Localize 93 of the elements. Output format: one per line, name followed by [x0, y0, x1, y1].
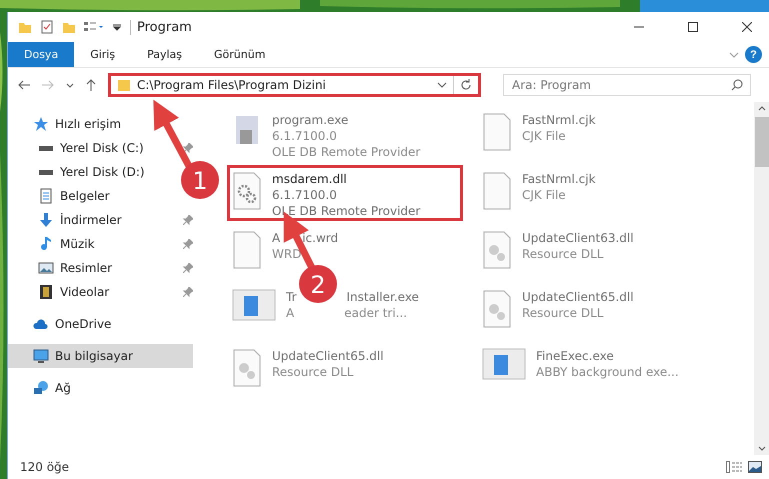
sidebar-item[interactable]: Ağ — [8, 376, 79, 400]
file-name: Tr — [286, 289, 296, 305]
file-name: FineExec.exe — [536, 348, 614, 364]
number-badge — [181, 161, 219, 199]
sidebar-item[interactable]: OneDrive — [8, 312, 120, 336]
step-number: 2 — [310, 271, 326, 299]
sidebar-item[interactable]: Yerel Disk (D:) — [8, 160, 153, 184]
pin-icon[interactable] — [183, 215, 193, 225]
blank-file-icon — [232, 230, 262, 270]
network-icon — [33, 380, 49, 396]
download-arrow-icon — [38, 212, 54, 228]
ribbon-tab[interactable]: Dosya — [8, 42, 74, 67]
gear-file-icon — [232, 348, 262, 388]
file-detail: CJK File — [522, 187, 566, 203]
large-icons-view-icon[interactable] — [748, 461, 762, 473]
item-count: 120 öğe — [20, 460, 70, 474]
refresh-icon[interactable] — [460, 79, 472, 91]
maximize-icon[interactable] — [688, 22, 698, 32]
sidebar-item[interactable]: Belgeler — [8, 184, 118, 208]
caret-icon[interactable] — [437, 82, 447, 88]
file-detail: ABBY background exe... — [536, 364, 679, 380]
view-icon[interactable] — [84, 21, 104, 33]
pin-icon[interactable] — [183, 287, 193, 297]
drive-icon — [38, 146, 54, 150]
file-name: FastNrml.cjk — [522, 171, 596, 187]
ribbon-tab[interactable]: Görünüm — [198, 42, 282, 67]
expand-ribbon-icon[interactable] — [729, 52, 739, 58]
pictures-icon — [38, 260, 54, 276]
ribbon-tab[interactable]: Giriş — [74, 42, 132, 67]
details-view-icon[interactable] — [726, 461, 742, 473]
file-detail: 6.1.7100.0 — [272, 187, 337, 203]
gear-file-icon — [482, 289, 512, 329]
star-icon — [33, 116, 49, 132]
help-button[interactable]: ? — [745, 46, 762, 63]
file-name: ic.wrd — [302, 230, 338, 246]
window-title: Program — [130, 20, 608, 34]
search-icon — [731, 79, 743, 91]
gear-file-icon — [482, 230, 512, 270]
minimize-icon[interactable] — [634, 26, 644, 28]
address-field[interactable]: C:\Program Files\Program Dizini — [108, 73, 481, 97]
close-icon[interactable] — [742, 22, 752, 32]
file-detail: A — [286, 305, 294, 321]
document-icon — [38, 188, 54, 204]
blank-file-icon — [482, 112, 512, 152]
scrollbar[interactable] — [754, 102, 769, 455]
file-detail: 6.1.7100.0 — [272, 128, 337, 144]
ribbon-tab[interactable]: Paylaş — [131, 42, 198, 67]
back-icon[interactable] — [18, 80, 30, 90]
step-number: 1 — [192, 167, 208, 195]
file-detail: eader tri... — [344, 305, 408, 321]
sidebar-item[interactable]: Resimler — [8, 256, 120, 280]
up-icon[interactable] — [86, 79, 96, 91]
sidebar-item[interactable]: Bu bilgisayar — [8, 344, 193, 368]
file-name: UpdateClient65.dll — [522, 289, 634, 305]
search-field[interactable]: Ara: Program — [503, 74, 751, 96]
file-name: FastNrml.cjk — [522, 112, 596, 128]
customize-caret-icon[interactable] — [112, 22, 122, 32]
file-name: UpdateClient63.dll — [522, 230, 634, 246]
file-name: A — [272, 230, 280, 246]
folder-icon — [117, 78, 131, 92]
film-icon — [38, 284, 54, 300]
blank-file-icon — [482, 171, 512, 211]
arrow — [153, 100, 194, 170]
scroll-thumb[interactable] — [755, 117, 769, 167]
window-app-icon — [232, 289, 276, 321]
pin-icon[interactable] — [183, 239, 193, 249]
sidebar-item[interactable]: Videolar — [8, 280, 118, 304]
sidebar-item[interactable]: Hızlı erişim — [8, 112, 130, 136]
file-detail: Resource DLL — [272, 364, 354, 380]
sidebar-item[interactable]: Yerel Disk (C:) — [8, 136, 152, 160]
number-badge — [299, 265, 337, 303]
file-name: msdarem.dll — [272, 171, 347, 187]
window-app-icon — [482, 348, 526, 380]
sidebar-item[interactable]: İndirmeler — [8, 208, 130, 232]
properties-icon[interactable] — [40, 20, 54, 34]
file-detail: Resource DLL — [522, 246, 604, 262]
file-name: program.exe — [272, 112, 348, 128]
file-detail: OLE DB Remote Provider — [272, 144, 420, 160]
caret-icon[interactable] — [66, 82, 74, 88]
pin-icon[interactable] — [183, 143, 193, 153]
scroll-down-icon[interactable] — [758, 446, 766, 451]
drive-icon — [38, 170, 54, 174]
gear-file-icon — [232, 171, 262, 211]
sidebar-item[interactable]: Müzik — [8, 232, 103, 256]
computer-icon — [33, 348, 49, 364]
scroll-up-icon[interactable] — [758, 106, 766, 111]
music-note-icon — [38, 236, 54, 252]
file-detail: Resource DLL — [522, 305, 604, 321]
file-detail: CJK File — [522, 128, 566, 144]
file-name: Installer.exe — [346, 289, 419, 305]
file-detail: WRD — [272, 246, 302, 262]
file-name: UpdateClient65.dll — [272, 348, 384, 364]
pin-icon[interactable] — [183, 263, 193, 273]
